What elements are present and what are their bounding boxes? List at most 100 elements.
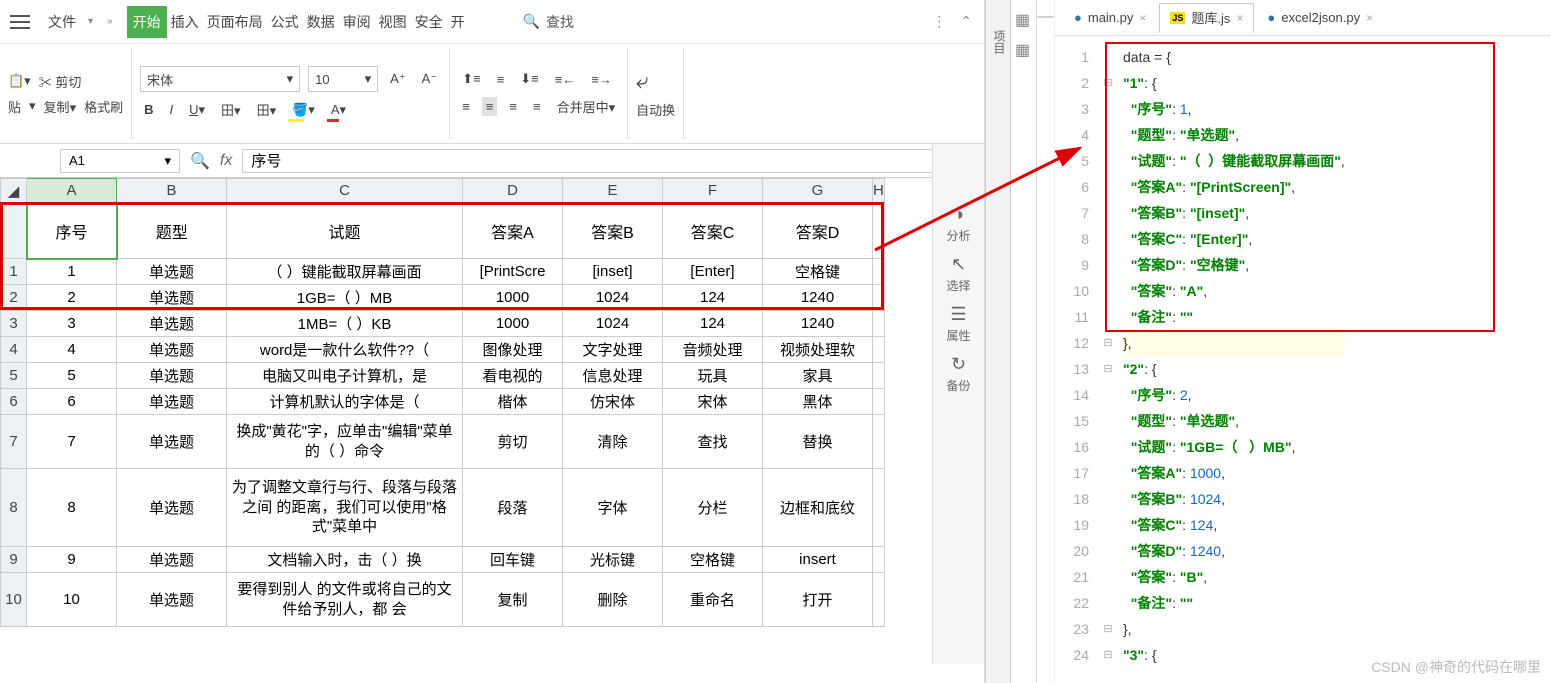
paste-icon[interactable]: 📋▾ xyxy=(8,73,31,89)
row-header[interactable]: 1 xyxy=(1,259,27,285)
cell[interactable]: 电脑又叫电子计算机，是 xyxy=(227,363,463,389)
cell[interactable]: 单选题 xyxy=(117,363,227,389)
cell[interactable]: 单选题 xyxy=(117,311,227,337)
cell[interactable]: 1240 xyxy=(763,285,873,311)
paste-label[interactable]: 贴 xyxy=(8,97,21,116)
close-icon[interactable]: × xyxy=(1139,11,1146,25)
editor-tab[interactable]: JS题库.js× xyxy=(1159,3,1254,33)
col-header-G[interactable]: G xyxy=(763,179,873,203)
cell[interactable]: 家具 xyxy=(763,363,873,389)
copy-button[interactable]: 复制▾ xyxy=(44,97,77,116)
cell[interactable]: 计算机默认的字体是（ xyxy=(227,389,463,415)
code-text[interactable]: data = { "1": { "序号": 1, "题型": "单选题", "试… xyxy=(1119,36,1345,683)
cell[interactable]: 1GB=（ ）MB xyxy=(227,285,463,311)
chevron-right-icon[interactable]: » xyxy=(107,16,113,27)
select-button[interactable]: ↖选择 xyxy=(946,254,970,294)
properties-button[interactable]: ☰属性 xyxy=(946,304,970,344)
fill-color-button[interactable]: 🪣▾ xyxy=(288,100,319,120)
align-center-icon[interactable]: ≡ xyxy=(482,97,498,116)
close-icon[interactable]: × xyxy=(1236,11,1243,25)
cell[interactable]: 7 xyxy=(27,415,117,469)
cell[interactable]: 1024 xyxy=(563,311,663,337)
cell[interactable]: 1000 xyxy=(463,285,563,311)
cell[interactable]: 9 xyxy=(27,547,117,573)
file-menu[interactable]: 文件 xyxy=(48,12,76,32)
cell[interactable]: [inset] xyxy=(563,259,663,285)
ribbon-tab-1[interactable]: 插入 xyxy=(167,6,203,38)
editor-tab[interactable]: ●main.py× xyxy=(1063,3,1157,33)
cell[interactable]: 1MB=（ ）KB xyxy=(227,311,463,337)
cell[interactable]: 剪切 xyxy=(463,415,563,469)
gutter-collapsed[interactable]: — xyxy=(1037,0,1055,683)
cell[interactable]: 换成"黄花"字，应单击"编辑"菜单的（ ）命令 xyxy=(227,415,463,469)
row-header[interactable] xyxy=(1,203,27,259)
cell[interactable]: 宋体 xyxy=(663,389,763,415)
cell[interactable]: 音频处理 xyxy=(663,337,763,363)
cell[interactable]: 段落 xyxy=(463,469,563,547)
name-box[interactable]: A1▾ xyxy=(60,149,180,173)
row-header[interactable]: 4 xyxy=(1,337,27,363)
cell[interactable]: 删除 xyxy=(563,573,663,627)
cell[interactable]: 楷体 xyxy=(463,389,563,415)
cell[interactable]: 单选题 xyxy=(117,415,227,469)
cell[interactable]: 4 xyxy=(27,337,117,363)
align-top-icon[interactable]: ⬆≡ xyxy=(458,69,484,89)
italic-button[interactable]: I xyxy=(166,100,178,119)
font-color-button[interactable]: A▾ xyxy=(327,100,350,120)
cell[interactable]: 文档输入时，击（ ）换 xyxy=(227,547,463,573)
header-cell[interactable]: 题型 xyxy=(117,203,227,259)
indent-left-icon[interactable]: ≡← xyxy=(551,70,580,89)
justify-icon[interactable]: ≡ xyxy=(529,97,545,116)
cell[interactable]: 1000 xyxy=(463,311,563,337)
wrap-text-label[interactable]: 自动换 xyxy=(636,100,675,119)
cell[interactable]: 重命名 xyxy=(663,573,763,627)
cell[interactable]: 信息处理 xyxy=(563,363,663,389)
ribbon-tab-2[interactable]: 页面布局 xyxy=(203,6,267,38)
row-header[interactable]: 9 xyxy=(1,547,27,573)
cell[interactable]: 单选题 xyxy=(117,547,227,573)
cell[interactable]: 3 xyxy=(27,311,117,337)
header-cell[interactable]: 试题 xyxy=(227,203,463,259)
ribbon-tab-7[interactable]: 安全 xyxy=(411,6,447,38)
cell[interactable]: 5 xyxy=(27,363,117,389)
increase-font-icon[interactable]: A⁺ xyxy=(386,69,410,89)
row-header[interactable]: 2 xyxy=(1,285,27,311)
close-icon[interactable]: × xyxy=(1366,11,1373,25)
cell[interactable]: 复制 xyxy=(463,573,563,627)
cell[interactable]: 1240 xyxy=(763,311,873,337)
cell[interactable]: 空格键 xyxy=(763,259,873,285)
cell[interactable]: 6 xyxy=(27,389,117,415)
header-cell[interactable]: 答案B xyxy=(563,203,663,259)
cell[interactable]: 1 xyxy=(27,259,117,285)
cell[interactable]: 单选题 xyxy=(117,573,227,627)
col-header-A[interactable]: A xyxy=(27,179,117,203)
merge-cells-button[interactable]: 合并居中▾ xyxy=(553,95,620,118)
cell[interactable]: 分栏 xyxy=(663,469,763,547)
col-header-F[interactable]: F xyxy=(663,179,763,203)
cut-button[interactable]: ✂ 剪切 xyxy=(39,72,82,91)
cell[interactable]: 单选题 xyxy=(117,337,227,363)
cell[interactable]: 文字处理 xyxy=(563,337,663,363)
cell[interactable]: 空格键 xyxy=(663,547,763,573)
ribbon-tab-8[interactable]: 开 xyxy=(447,6,469,38)
header-cell[interactable]: 答案A xyxy=(463,203,563,259)
cell[interactable]: 单选题 xyxy=(117,469,227,547)
align-bottom-icon[interactable]: ⬇≡ xyxy=(516,69,542,89)
cell[interactable]: 替换 xyxy=(763,415,873,469)
cell[interactable]: 124 xyxy=(663,311,763,337)
align-right-icon[interactable]: ≡ xyxy=(505,97,521,116)
cell[interactable]: 视频处理软 xyxy=(763,337,873,363)
cell[interactable]: 清除 xyxy=(563,415,663,469)
ribbon-tab-4[interactable]: 数据 xyxy=(303,6,339,38)
row-header[interactable]: 5 xyxy=(1,363,27,389)
cell[interactable]: 看电视的 xyxy=(463,363,563,389)
cell[interactable]: 玩具 xyxy=(663,363,763,389)
indent-right-icon[interactable]: ≡→ xyxy=(587,70,616,89)
cell[interactable]: 单选题 xyxy=(117,285,227,311)
align-left-icon[interactable]: ≡ xyxy=(458,97,474,116)
cell[interactable]: [Enter] xyxy=(663,259,763,285)
fold-gutter[interactable]: ⊟ ⊟⊟ ⊟⊟ xyxy=(1097,36,1119,683)
wrap-text-icon[interactable]: ⤶ xyxy=(636,68,648,94)
ribbon-tab-3[interactable]: 公式 xyxy=(267,6,303,38)
align-middle-icon[interactable]: ≡ xyxy=(493,70,509,89)
